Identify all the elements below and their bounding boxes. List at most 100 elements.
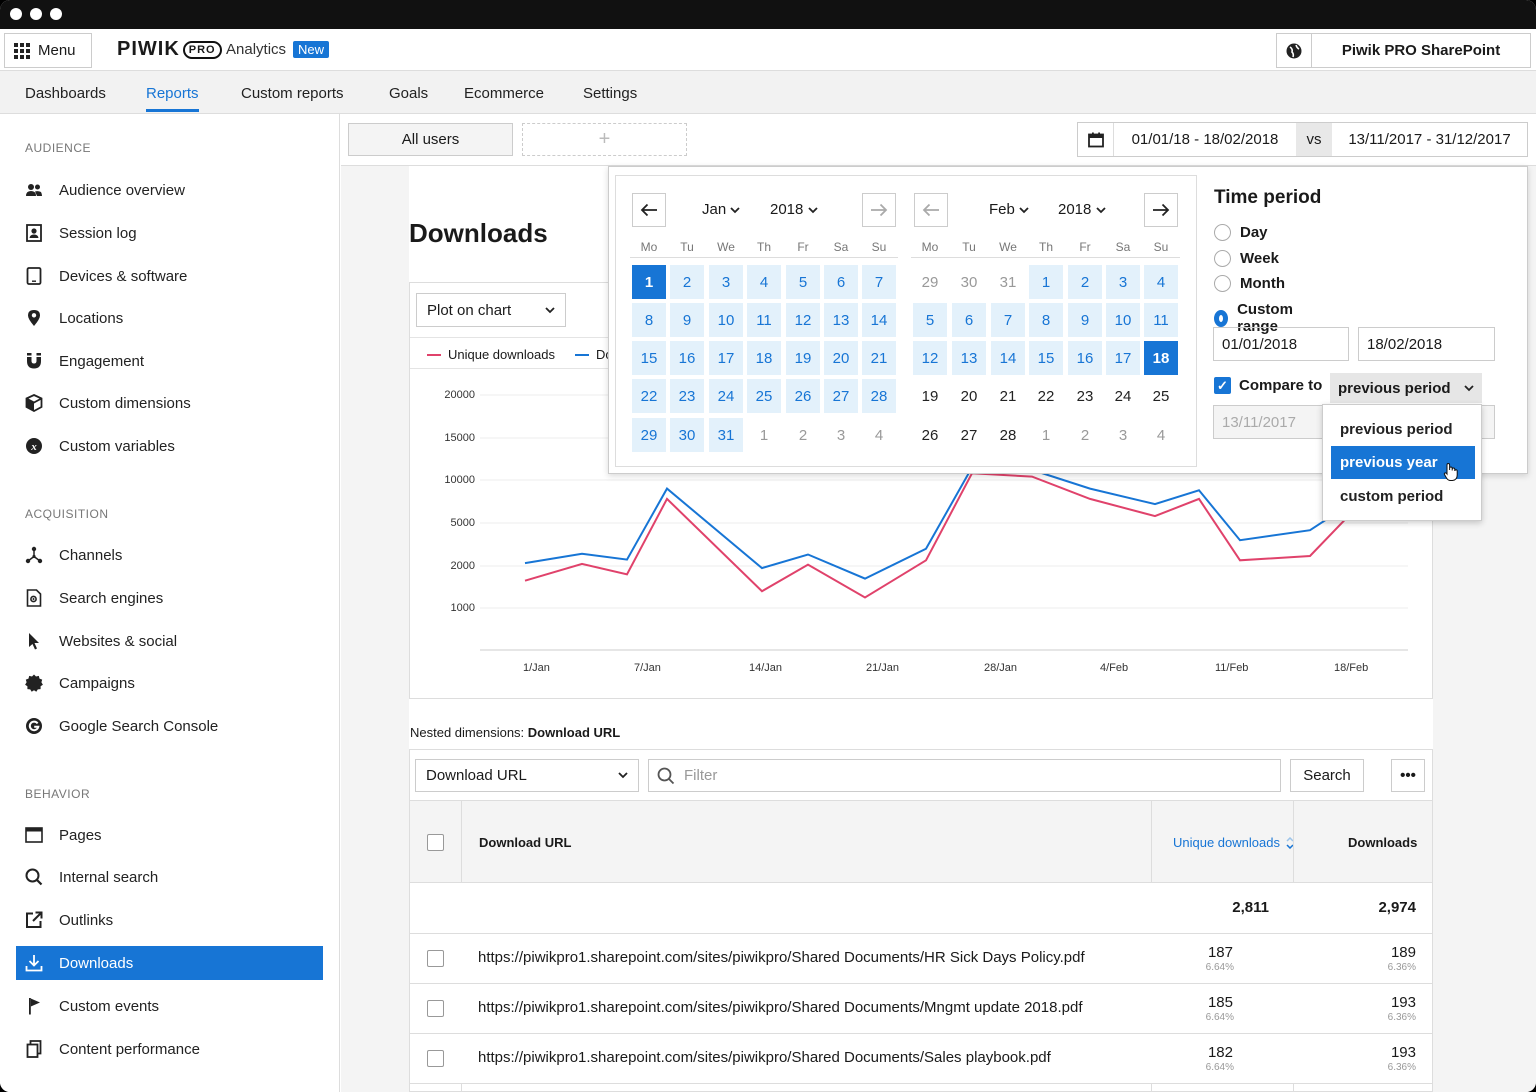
calendar-day[interactable]: 12: [913, 341, 947, 375]
calendar-day[interactable]: 7: [862, 265, 896, 299]
left-month-select[interactable]: Jan: [702, 201, 740, 218]
radio-month[interactable]: Month: [1214, 275, 1285, 292]
calendar-day[interactable]: 2: [670, 265, 704, 299]
custom-from-input[interactable]: 01/01/2018: [1213, 327, 1349, 361]
option-previous-period[interactable]: previous period: [1331, 413, 1475, 446]
calendar-day[interactable]: 10: [709, 303, 743, 337]
all-users-segment[interactable]: All users: [348, 123, 513, 156]
calendar-day[interactable]: 19: [786, 341, 820, 375]
radio-circle[interactable]: [1214, 309, 1229, 327]
primary-date-range[interactable]: 01/01/18 - 18/02/2018: [1114, 131, 1296, 148]
sidebar-item-locations[interactable]: Locations: [16, 301, 323, 335]
calendar-day[interactable]: 27: [952, 418, 986, 452]
calendar-day[interactable]: 22: [632, 379, 666, 413]
sidebar-item-custom-events[interactable]: Custom events: [16, 989, 323, 1023]
calendar-day[interactable]: 26: [786, 379, 820, 413]
calendar-day[interactable]: 1: [747, 418, 781, 452]
radio-circle[interactable]: [1214, 250, 1231, 267]
left-year-select[interactable]: 2018: [770, 201, 818, 218]
right-month-select[interactable]: Feb: [989, 201, 1029, 218]
row-url[interactable]: https://piwikpro1.sharepoint.com/sites/p…: [478, 1049, 1051, 1066]
sidebar-item-google-search-console[interactable]: Google Search Console: [16, 709, 323, 743]
calendar-day[interactable]: 5: [786, 265, 820, 299]
calendar-day[interactable]: 17: [709, 341, 743, 375]
calendar-day[interactable]: 3: [824, 418, 858, 452]
calendar-day[interactable]: 13: [824, 303, 858, 337]
sidebar-item-engagement[interactable]: Engagement: [16, 344, 323, 378]
sidebar-item-campaigns[interactable]: Campaigns: [16, 666, 323, 700]
header-downloads[interactable]: Downloads: [1348, 835, 1417, 850]
calendar-day[interactable]: 9: [670, 303, 704, 337]
calendar-day[interactable]: 30: [670, 418, 704, 452]
sidebar-item-search-engines[interactable]: Search engines: [16, 581, 323, 615]
table-row[interactable]: https://piwikpro1.sharepoint.com/sites/p…: [410, 1034, 1432, 1084]
calendar-day[interactable]: 3: [1106, 418, 1140, 452]
sidebar-item-custom-variables[interactable]: x Custom variables: [16, 429, 323, 463]
header-download-url[interactable]: Download URL: [479, 835, 571, 850]
menu-button[interactable]: Menu: [4, 33, 92, 68]
calendar-day[interactable]: 2: [1068, 418, 1102, 452]
sidebar-item-downloads[interactable]: Downloads: [16, 946, 323, 980]
calendar-day[interactable]: 24: [1106, 379, 1140, 413]
calendar-day[interactable]: 26: [913, 418, 947, 452]
calendar-day[interactable]: 29: [913, 265, 947, 299]
sidebar-item-channels[interactable]: Channels: [16, 538, 323, 572]
sidebar-item-session-log[interactable]: Session log: [16, 216, 323, 250]
calendar-day[interactable]: 9: [1068, 303, 1102, 337]
site-selector[interactable]: Piwik PRO SharePoint: [1311, 33, 1531, 68]
dimension-select[interactable]: Download URL: [415, 759, 639, 792]
calendar-day[interactable]: 23: [670, 379, 704, 413]
sidebar-item-pages[interactable]: Pages: [16, 818, 323, 852]
row-checkbox[interactable]: [427, 1050, 444, 1067]
calendar-day[interactable]: 30: [952, 265, 986, 299]
next-month-button-disabled[interactable]: [862, 193, 896, 227]
calendar-day[interactable]: 8: [632, 303, 666, 337]
calendar-day[interactable]: 21: [862, 341, 896, 375]
calendar-day[interactable]: 28: [862, 379, 896, 413]
table-row[interactable]: https://piwikpro1.sharepoint.com/sites/p…: [410, 984, 1432, 1034]
calendar-day[interactable]: 18: [747, 341, 781, 375]
date-range-picker[interactable]: 01/01/18 - 18/02/2018 vs 13/11/2017 - 31…: [1077, 122, 1528, 157]
calendar-day[interactable]: 14: [862, 303, 896, 337]
calendar-day[interactable]: 25: [1144, 379, 1178, 413]
radio-circle[interactable]: [1214, 224, 1231, 241]
select-all-checkbox[interactable]: [427, 834, 444, 851]
sidebar-item-custom-dimensions[interactable]: Custom dimensions: [16, 386, 323, 420]
row-checkbox[interactable]: [427, 1000, 444, 1017]
compare-date-range[interactable]: 13/11/2017 - 31/12/2017: [1332, 131, 1527, 148]
window-close-dot[interactable]: [10, 8, 22, 20]
calendar-day[interactable]: 3: [709, 265, 743, 299]
tab-reports[interactable]: Reports: [146, 85, 199, 112]
header-unique-downloads[interactable]: Unique downloads: [1173, 835, 1294, 850]
calendar-day[interactable]: 1: [1029, 418, 1063, 452]
selected-day[interactable]: 1: [632, 265, 666, 299]
calendar-day[interactable]: 4: [1144, 265, 1178, 299]
compare-toggle[interactable]: ✓ Compare to: [1214, 377, 1322, 394]
calendar-day[interactable]: 20: [824, 341, 858, 375]
calendar-day[interactable]: 28: [991, 418, 1025, 452]
calendar-day[interactable]: 11: [747, 303, 781, 337]
calendar-day[interactable]: 24: [709, 379, 743, 413]
calendar-day[interactable]: 11: [1144, 303, 1178, 337]
filter-input[interactable]: Filter: [648, 759, 1281, 792]
table-row[interactable]: https://piwikpro1.sharepoint.com/sites/p…: [410, 934, 1432, 984]
calendar-day[interactable]: 4: [862, 418, 896, 452]
tab-dashboards[interactable]: Dashboards: [25, 85, 106, 102]
compare-select[interactable]: previous period: [1330, 373, 1482, 403]
piwik-logo[interactable]: PIWIK PRO: [117, 38, 222, 61]
selected-day[interactable]: 18: [1144, 341, 1178, 375]
calendar-day[interactable]: 16: [1068, 341, 1102, 375]
sidebar-item-content-performance[interactable]: Content performance: [16, 1032, 323, 1066]
calendar-day[interactable]: 12: [786, 303, 820, 337]
calendar-day[interactable]: 19: [913, 379, 947, 413]
add-segment-button[interactable]: +: [522, 123, 687, 156]
prev-month-button[interactable]: [632, 193, 666, 227]
option-custom-period[interactable]: custom period: [1331, 480, 1475, 513]
search-button[interactable]: Search: [1290, 759, 1364, 792]
row-checkbox[interactable]: [427, 950, 444, 967]
check-icon[interactable]: ✓: [1214, 377, 1231, 394]
calendar-day[interactable]: 5: [913, 303, 947, 337]
calendar-day[interactable]: 7: [991, 303, 1025, 337]
sidebar-item-audience-overview[interactable]: Audience overview: [16, 173, 323, 207]
tab-goals[interactable]: Goals: [389, 85, 428, 102]
